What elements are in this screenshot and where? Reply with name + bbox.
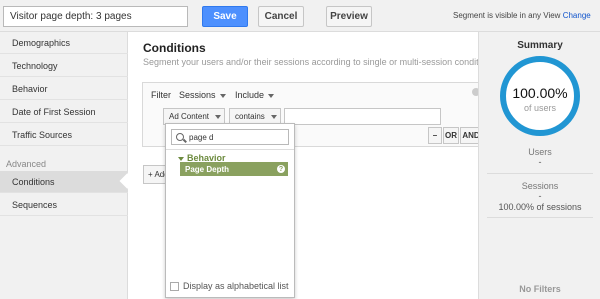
scope-dropdown-label: Sessions <box>179 90 216 100</box>
picker-item-page-depth[interactable]: Page Depth ? <box>180 162 288 176</box>
include-dropdown[interactable]: Include <box>235 90 275 100</box>
segment-visibility-text: Segment is visible in any View <box>453 11 561 20</box>
preview-button[interactable]: Preview <box>326 6 372 27</box>
divider <box>166 149 294 150</box>
remove-condition-button[interactable]: – <box>428 127 442 144</box>
dimension-dropdown-label: Ad Content <box>169 112 210 121</box>
alphabetical-checkbox[interactable] <box>170 281 179 291</box>
page-title: Conditions <box>143 41 206 55</box>
dimension-search-input[interactable]: page d <box>171 129 289 145</box>
save-button[interactable]: Save <box>202 6 248 27</box>
page-subtitle: Segment your users and/or their sessions… <box>143 57 478 67</box>
caret-down-icon <box>178 156 184 161</box>
change-visibility-link[interactable]: Change <box>563 11 591 20</box>
condition-value-input[interactable] <box>284 108 441 125</box>
chevron-down-icon <box>215 114 222 119</box>
sidebar-item-behavior[interactable]: Behavior <box>0 78 128 100</box>
segment-visibility-info: Segment is visible in any View Change <box>453 11 591 20</box>
summary-title: Summary <box>517 40 563 51</box>
or-button[interactable]: OR <box>443 127 459 144</box>
users-label: Users <box>528 147 552 157</box>
sidebar-item-sequences[interactable]: Sequences <box>0 194 128 216</box>
search-icon <box>176 133 184 141</box>
sessions-value: - <box>538 191 542 201</box>
sidebar-item-traffic-sources[interactable]: Traffic Sources <box>0 124 128 146</box>
alphabetical-label: Display as alphabetical list <box>183 281 289 291</box>
users-percent-caption: of users <box>523 103 556 113</box>
segment-category-sidebar: Demographics Technology Behavior Date of… <box>0 32 128 299</box>
filter-label: Filter <box>151 90 171 100</box>
and-button[interactable]: AND <box>460 127 478 144</box>
alphabetical-list-toggle[interactable]: Display as alphabetical list <box>170 281 289 291</box>
sidebar-item-date-of-first-session[interactable]: Date of First Session <box>0 101 128 123</box>
sessions-label: Sessions <box>521 181 559 191</box>
dimension-search-value: page d <box>189 132 214 142</box>
segment-name-input[interactable] <box>3 6 188 27</box>
dimension-picker-panel: page d Behavior Page Depth ? Display as … <box>165 123 295 298</box>
cancel-button[interactable]: Cancel <box>258 6 304 27</box>
sidebar-item-technology[interactable]: Technology <box>0 55 128 77</box>
no-filters-text: No Filters <box>519 284 561 294</box>
scope-dropdown[interactable]: Sessions <box>179 90 226 100</box>
segment-editor-toolbar: Save Cancel Preview Segment is visible i… <box>0 0 600 32</box>
help-icon[interactable]: ? <box>277 165 285 173</box>
sidebar-item-demographics[interactable]: Demographics <box>0 32 128 54</box>
sidebar-group-advanced: Advanced <box>6 159 47 169</box>
divider <box>487 217 593 218</box>
sessions-percent: 100.00% of sessions <box>498 202 582 212</box>
include-dropdown-label: Include <box>235 90 265 100</box>
chevron-down-icon <box>219 93 226 98</box>
divider <box>487 173 593 174</box>
chevron-down-icon <box>268 93 275 98</box>
chevron-down-icon <box>270 114 277 119</box>
summary-panel: Summary 100.00% of users Users - Session… <box>478 32 600 299</box>
users-value: - <box>538 157 542 167</box>
picker-item-label: Page Depth <box>185 164 230 174</box>
users-percent-value: 100.00% <box>512 85 568 101</box>
sidebar-item-conditions[interactable]: Conditions <box>0 171 128 193</box>
operator-dropdown-label: contains <box>235 112 265 121</box>
